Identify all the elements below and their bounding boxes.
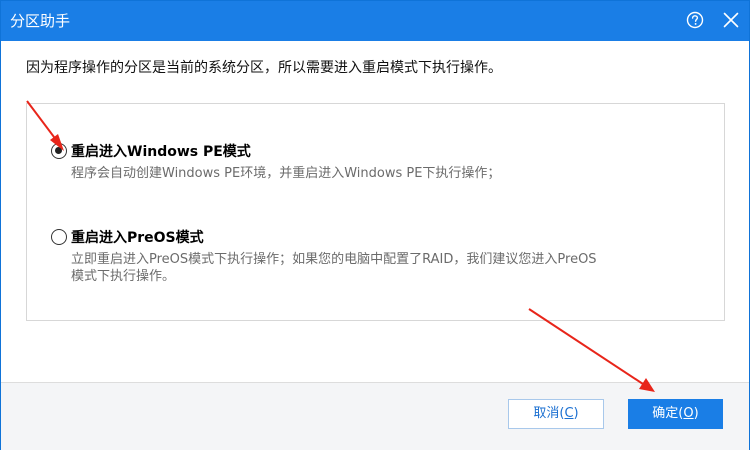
preos-description: 立即重启进入PreOS模式下执行操作；如果您的电脑中配置了RAID，我们建议您进… (71, 251, 671, 285)
partition-assistant-dialog: 分区助手 因为程序操作的分区是当前的系统分区，所以需要进入重启模式下执行操作。 … (0, 0, 750, 450)
ok-label: 确定( (652, 406, 684, 421)
title-bar: 分区助手 (1, 1, 749, 41)
close-icon[interactable] (721, 10, 741, 30)
cancel-label-end: ) (573, 406, 579, 421)
cancel-accel-key: C (564, 406, 574, 421)
preos-description-line1: 立即重启进入PreOS模式下执行操作；如果您的电脑中配置了RAID，我们建议您进… (71, 252, 597, 267)
arrow-to-ok-button (528, 308, 655, 392)
preos-label[interactable]: 重启进入PreOS模式 (71, 227, 204, 249)
help-circle-icon[interactable] (685, 10, 705, 30)
preos-description-line2: 模式下执行操作。 (71, 269, 176, 284)
cancel-label: 取消( (533, 406, 565, 421)
cancel-button[interactable]: 取消(C) (508, 399, 604, 429)
radio-windows-pe[interactable] (51, 143, 67, 159)
radio-selected-dot (55, 147, 62, 154)
ok-button[interactable]: 确定(O) (628, 399, 723, 429)
radio-preos[interactable] (51, 229, 67, 245)
ok-label-end: ) (693, 406, 699, 421)
ok-accel-key: O (683, 406, 694, 421)
dialog-title: 分区助手 (10, 12, 71, 30)
windows-pe-description: 程序会自动创建Windows PE环境，并重启进入Windows PE下执行操作… (71, 166, 501, 181)
info-message: 因为程序操作的分区是当前的系统分区，所以需要进入重启模式下执行操作。 (26, 60, 502, 76)
reboot-mode-options: 重启进入Windows PE模式 程序会自动创建Windows PE环境，并重启… (26, 103, 725, 321)
windows-pe-label[interactable]: 重启进入Windows PE模式 (71, 141, 251, 163)
